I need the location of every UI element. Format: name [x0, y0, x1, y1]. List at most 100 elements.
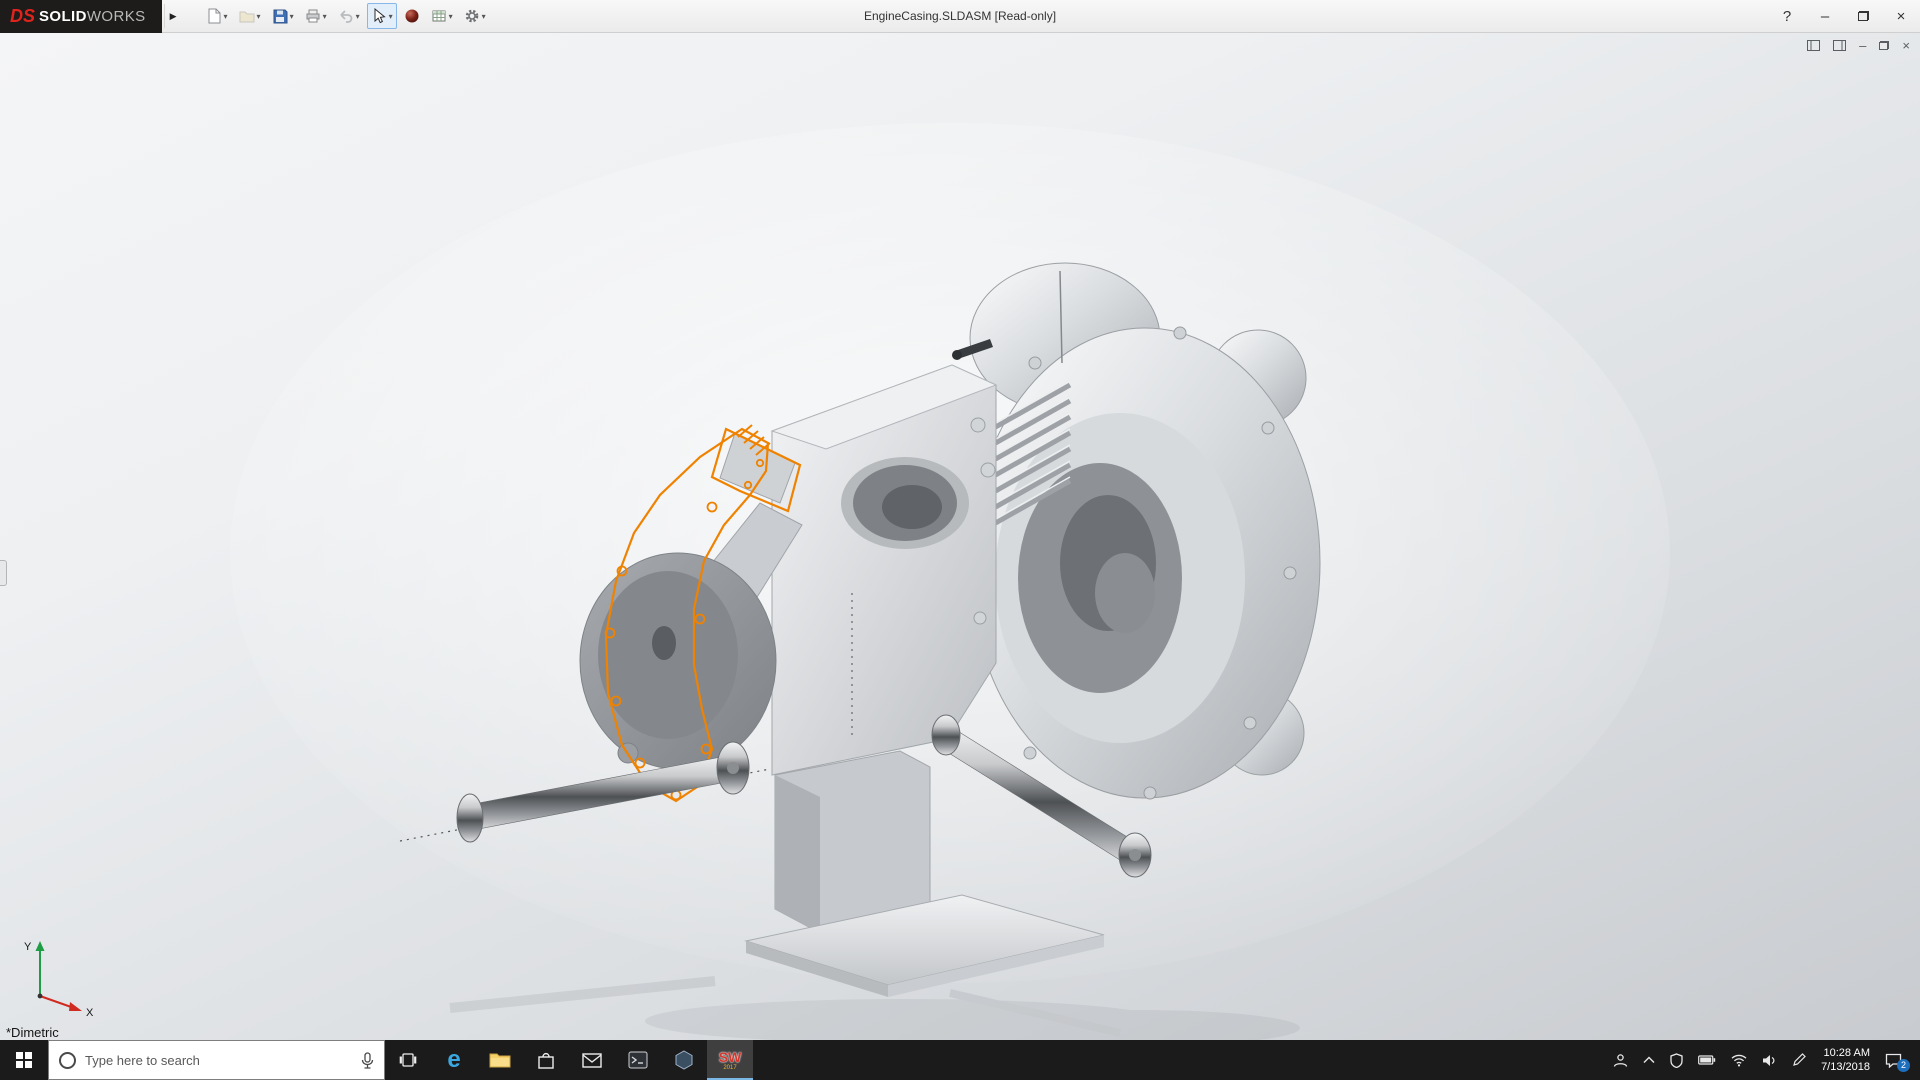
- design-table-button[interactable]: ▾: [427, 3, 457, 29]
- notification-badge: 2: [1897, 1059, 1910, 1072]
- undo-button[interactable]: ▾: [334, 3, 364, 29]
- window-controls: ? – ×: [1768, 0, 1920, 32]
- graphics-area[interactable]: – ×: [0, 33, 1920, 1040]
- doc-restore-icon: [1879, 41, 1889, 50]
- quick-access-toolbar: ▾ ▾ ▾ ▾ ▾ ▾ ▾ ▾: [202, 3, 490, 29]
- new-document-button[interactable]: ▾: [202, 3, 232, 29]
- defender-shield-icon: [1670, 1053, 1683, 1068]
- minimize-button[interactable]: –: [1806, 0, 1844, 32]
- wifi-icon: [1731, 1054, 1747, 1067]
- action-center-button[interactable]: 2: [1885, 1053, 1908, 1068]
- people-button[interactable]: [1613, 1053, 1628, 1068]
- restore-icon: [1858, 11, 1869, 21]
- dassault-ds-logo: DS: [10, 6, 35, 27]
- taskbar-clock[interactable]: 10:28 AM 7/13/2018: [1821, 1046, 1870, 1075]
- pane-left-button[interactable]: [1807, 40, 1820, 51]
- document-title: EngineCasing.SLDASM [Read-only]: [864, 9, 1056, 23]
- save-button[interactable]: ▾: [268, 3, 298, 29]
- print-dropdown-caret[interactable]: ▾: [323, 12, 327, 21]
- select-dropdown-caret[interactable]: ▾: [389, 12, 393, 21]
- save-icon: [272, 8, 288, 24]
- store-button[interactable]: [523, 1040, 569, 1080]
- options-dropdown-caret[interactable]: ▾: [482, 12, 486, 21]
- terminal-button[interactable]: [615, 1040, 661, 1080]
- undo-icon: [338, 8, 354, 24]
- help-button[interactable]: ?: [1768, 0, 1806, 32]
- appearance-sphere-icon: [404, 8, 420, 24]
- sw-year: 2017: [723, 1065, 736, 1071]
- terminal-icon: [628, 1051, 648, 1069]
- solidworks-logo: DSSOLIDWORKS: [0, 0, 162, 33]
- options-gear-icon: [464, 8, 480, 24]
- doc-minimize-button[interactable]: –: [1859, 38, 1866, 53]
- clock-date: 7/13/2018: [1821, 1060, 1870, 1074]
- view-orientation-label: *Dimetric: [6, 1025, 59, 1040]
- defender-button[interactable]: [1670, 1053, 1683, 1068]
- table-dropdown-caret[interactable]: ▾: [449, 12, 453, 21]
- panel-splitter-handle[interactable]: [0, 560, 7, 586]
- print-button[interactable]: ▾: [301, 3, 331, 29]
- clutch-casing[interactable]: [970, 263, 1320, 799]
- system-tray: 10:28 AM 7/13/2018 2: [1601, 1040, 1920, 1080]
- y-axis-label: Y: [24, 941, 32, 953]
- open-dropdown-caret[interactable]: ▾: [257, 12, 261, 21]
- chevron-up-icon: [1643, 1056, 1655, 1064]
- close-icon: ×: [1897, 8, 1906, 25]
- battery-button[interactable]: [1698, 1055, 1716, 1065]
- options-button[interactable]: ▾: [460, 3, 490, 29]
- restore-button[interactable]: [1844, 0, 1882, 32]
- menu-expand-arrow[interactable]: ▶: [164, 4, 182, 28]
- battery-icon: [1698, 1055, 1716, 1065]
- people-icon: [1613, 1053, 1628, 1068]
- store-icon: [537, 1051, 555, 1069]
- open-icon: [239, 8, 255, 24]
- taskbar-search-box[interactable]: [48, 1040, 385, 1080]
- pane-right-icon: [1833, 40, 1846, 51]
- search-input[interactable]: [85, 1053, 352, 1068]
- appearance-button[interactable]: [400, 3, 424, 29]
- app-titlebar: DSSOLIDWORKS ▶ ▾ ▾ ▾ ▾ ▾ ▾: [0, 0, 1920, 33]
- save-dropdown-caret[interactable]: ▾: [290, 12, 294, 21]
- doc-close-button[interactable]: ×: [1902, 38, 1910, 53]
- x-axis-arrow: [69, 1002, 82, 1011]
- minimize-icon: –: [1821, 8, 1829, 25]
- microphone-icon[interactable]: [361, 1052, 374, 1069]
- hexagon-app-button[interactable]: [661, 1040, 707, 1080]
- edge-button[interactable]: e: [431, 1040, 477, 1080]
- design-table-icon: [431, 8, 447, 24]
- edge-icon: e: [447, 1048, 460, 1072]
- start-button[interactable]: [0, 1040, 48, 1080]
- triad-origin: [38, 994, 43, 999]
- sw-label: SW: [719, 1050, 742, 1064]
- cylinder-block[interactable]: [772, 365, 996, 775]
- select-tool-button[interactable]: ▾: [367, 3, 397, 29]
- solidworks-app-button[interactable]: SW 2017: [707, 1040, 753, 1080]
- help-icon: ?: [1783, 8, 1791, 25]
- doc-restore-button[interactable]: [1879, 41, 1889, 50]
- engine-casing-model[interactable]: [0, 33, 1920, 1040]
- network-button[interactable]: [1731, 1054, 1747, 1067]
- document-window-controls: – ×: [1807, 38, 1910, 53]
- hexagon-app-icon: [674, 1050, 694, 1070]
- undo-dropdown-caret[interactable]: ▾: [356, 12, 360, 21]
- select-cursor-icon: [371, 8, 387, 24]
- new-dropdown-caret[interactable]: ▾: [224, 12, 228, 21]
- orientation-triad: Y X: [16, 934, 108, 1018]
- clock-time: 10:28 AM: [1821, 1046, 1870, 1060]
- pen-button[interactable]: [1792, 1053, 1806, 1067]
- open-button[interactable]: ▾: [235, 3, 265, 29]
- file-explorer-icon: [489, 1051, 511, 1069]
- new-document-icon: [206, 8, 222, 24]
- file-explorer-button[interactable]: [477, 1040, 523, 1080]
- hidden-icons-button[interactable]: [1643, 1056, 1655, 1064]
- y-axis-arrow: [36, 941, 45, 951]
- solidworks-icon: SW 2017: [719, 1050, 742, 1071]
- pane-right-button[interactable]: [1833, 40, 1846, 51]
- pen-icon: [1792, 1053, 1806, 1067]
- volume-icon: [1762, 1054, 1777, 1067]
- task-view-icon: [399, 1053, 417, 1067]
- volume-button[interactable]: [1762, 1054, 1777, 1067]
- mail-button[interactable]: [569, 1040, 615, 1080]
- close-button[interactable]: ×: [1882, 0, 1920, 32]
- task-view-button[interactable]: [385, 1040, 431, 1080]
